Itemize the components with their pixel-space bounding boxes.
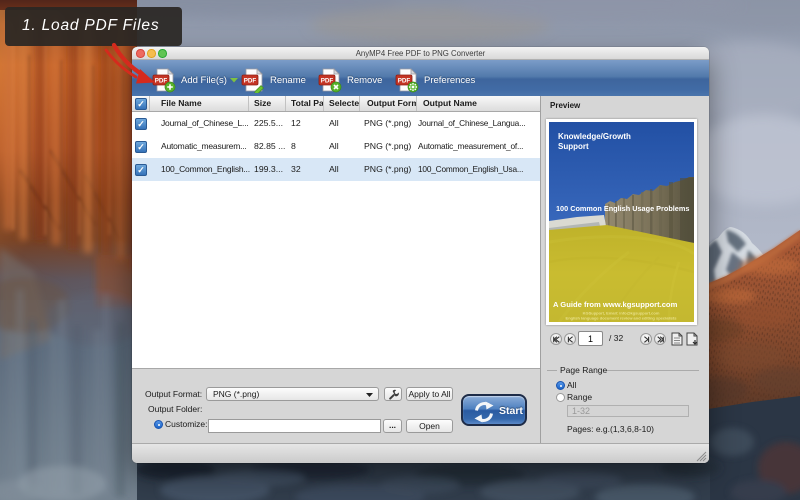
svg-text:100 Common English Usage Probl: 100 Common English Usage Problems [556, 204, 689, 213]
svg-text:Knowledge/Growth: Knowledge/Growth [558, 132, 631, 141]
svg-text:Support: Support [558, 142, 589, 151]
svg-text:A Guide from www.kgsupport.com: A Guide from www.kgsupport.com [553, 300, 678, 309]
svg-text:English language document revi: English language document review and edi… [566, 316, 678, 321]
